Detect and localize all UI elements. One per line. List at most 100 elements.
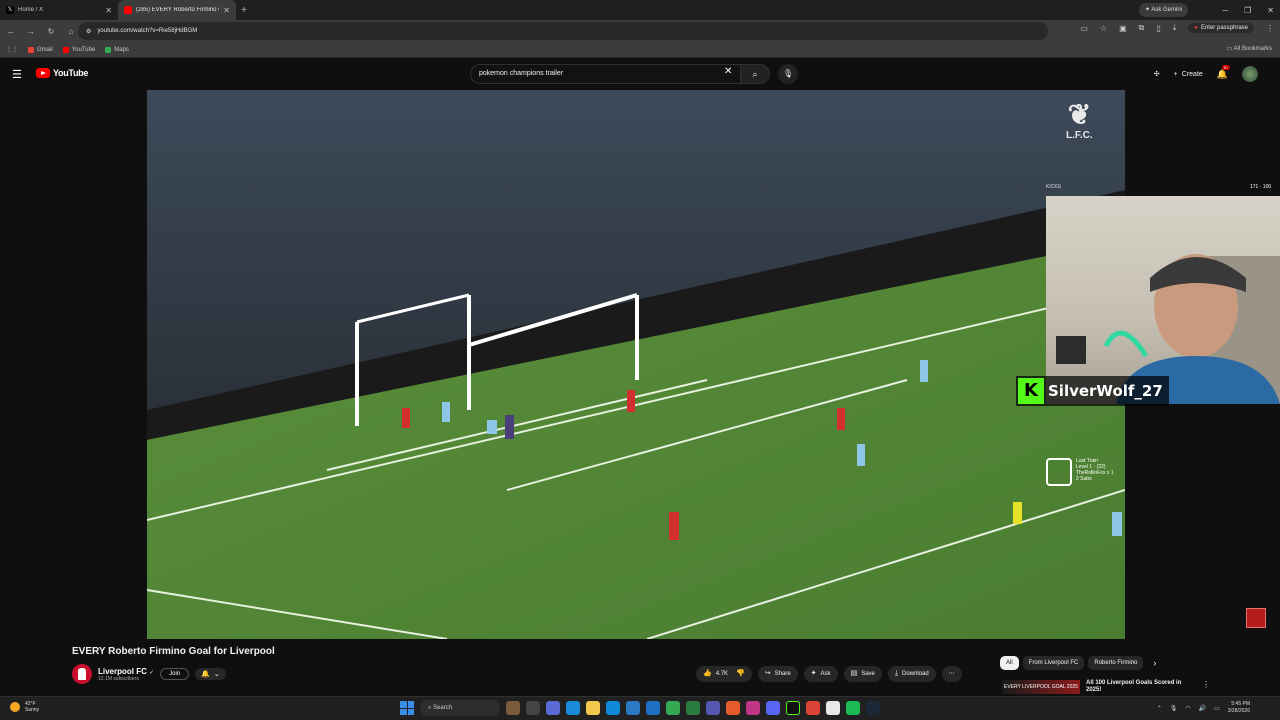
bookmark-maps[interactable]: Maps xyxy=(105,46,129,53)
recommendation-title[interactable]: All 100 Liverpool Goals Scored in 2025! xyxy=(1086,680,1196,694)
more-icon[interactable]: ⋮ xyxy=(1202,680,1210,694)
tab-youtube-video[interactable]: (285) EVERY Roberto Firmino G... ✕ xyxy=(118,0,236,20)
youtube-header: ☰ YouTube pokemon champions trailer ✕ ⌕ … xyxy=(0,58,1280,90)
channel-row: Liverpool FC ✓ 12.1M subscribers Join 🔔 … xyxy=(72,664,226,684)
chrome-icon[interactable] xyxy=(806,701,820,715)
chevron-right-icon[interactable]: › xyxy=(1153,658,1156,668)
bookmarks-bar: ⋮⋮ Gmail YouTube Maps ▭ All Bookmarks xyxy=(0,42,1280,58)
firefox-icon[interactable] xyxy=(726,701,740,715)
ask-gemini-button[interactable]: ✦ Ask Gemini xyxy=(1138,3,1188,17)
apps-icon[interactable]: ⋮⋮ xyxy=(6,46,18,53)
share-button[interactable]: ↪ Share xyxy=(757,666,798,682)
kick-icon[interactable] xyxy=(786,701,800,715)
bookmark-star-icon[interactable]: ☆ xyxy=(1100,24,1107,33)
discord-icon[interactable] xyxy=(766,701,780,715)
new-tab-button[interactable]: + xyxy=(236,5,252,16)
forward-icon[interactable]: → xyxy=(26,27,36,36)
maximize-icon[interactable]: ❐ xyxy=(1244,6,1251,15)
search-button[interactable]: ⌕ xyxy=(740,64,770,84)
outlook-icon[interactable] xyxy=(626,701,640,715)
spotify-icon[interactable] xyxy=(846,701,860,715)
windows-start-icon[interactable] xyxy=(400,701,414,715)
address-bar[interactable]: ⚙ youtube.com/watch?v=Rie58jHdBGM xyxy=(78,22,1048,40)
video-title: EVERY Roberto Firmino Goal for Liverpool xyxy=(72,646,275,657)
clear-search-icon[interactable]: ✕ xyxy=(724,66,732,77)
like-count: 4.7K xyxy=(715,671,729,677)
extension-icon[interactable]: ▣ xyxy=(1119,24,1127,33)
volume-icon[interactable]: 🔊 xyxy=(1199,705,1206,712)
excel-icon[interactable] xyxy=(686,701,700,715)
battery-icon[interactable]: ▭ xyxy=(1214,705,1220,712)
obs-icon[interactable] xyxy=(826,701,840,715)
train-subs: 2 Subs xyxy=(1076,476,1092,482)
store-icon[interactable] xyxy=(566,701,580,715)
copilot-icon[interactable] xyxy=(546,701,560,715)
tab-title: Home / X xyxy=(18,7,44,13)
mic-icon[interactable]: 🎙 xyxy=(1170,705,1178,712)
terminal-icon[interactable] xyxy=(526,701,540,715)
chip-from-channel[interactable]: From Liverpool FC xyxy=(1022,656,1085,670)
create-button[interactable]: + Create xyxy=(1174,71,1203,78)
mail-icon[interactable] xyxy=(646,701,660,715)
tab-home-x[interactable]: 𝕏 Home / X ✕ xyxy=(0,0,118,20)
back-icon[interactable]: ← xyxy=(6,27,16,36)
close-icon[interactable]: ✕ xyxy=(223,6,230,15)
steam-icon[interactable] xyxy=(866,701,880,715)
header-actions: ✣ + Create 🔔 9+ xyxy=(1154,64,1258,82)
home-icon[interactable]: ⌂ xyxy=(66,27,76,36)
download-icon[interactable]: ⤓ xyxy=(1173,23,1177,33)
youtube-logo[interactable]: YouTube xyxy=(36,68,88,78)
chevron-up-icon[interactable]: ⌃ xyxy=(1157,705,1162,712)
channel-avatar[interactable] xyxy=(72,664,92,684)
notifications-button[interactable]: 🔔 9+ xyxy=(1217,64,1231,80)
avatar[interactable] xyxy=(1242,66,1258,82)
passphrase-button[interactable]: ● Enter passphrase xyxy=(1188,23,1254,33)
wifi-icon[interactable]: ◠ xyxy=(1185,705,1190,712)
download-label: Download xyxy=(901,671,929,677)
sidepanel-icon[interactable]: ▯ xyxy=(1156,24,1160,33)
weather-widget[interactable]: 42°F Sunny xyxy=(10,701,39,713)
weather-text: 42°F Sunny xyxy=(25,701,39,713)
chip-all[interactable]: All xyxy=(1000,656,1019,670)
bookmark-gmail[interactable]: Gmail xyxy=(28,46,53,53)
join-button[interactable]: Join xyxy=(160,668,190,680)
chip-roberto-firmino[interactable]: Roberto Firmino xyxy=(1088,656,1144,670)
save-button[interactable]: ▤ Save xyxy=(843,666,882,682)
minimize-icon[interactable]: ─ xyxy=(1222,6,1228,15)
ask-button[interactable]: ✦ Ask xyxy=(803,666,838,682)
puzzle-icon[interactable]: ⧉ xyxy=(1139,23,1145,33)
system-clock[interactable]: 5:45 PM 3/28/2026 xyxy=(1228,701,1250,715)
voice-search-button[interactable]: 🎙 xyxy=(778,64,798,84)
recommendation-thumbnail[interactable]: EVERY LIVERPOOL GOAL 2025 xyxy=(1002,680,1080,694)
sparkle-icon: ✦ xyxy=(810,670,817,677)
cast-icon[interactable]: ✣ xyxy=(1154,70,1160,78)
taskbar-search-label: Search xyxy=(433,705,453,711)
webcam-overlay xyxy=(1046,196,1280,404)
search-input[interactable]: pokemon champions trailer xyxy=(470,64,740,84)
channel-name[interactable]: Liverpool FC ✓ xyxy=(98,667,154,676)
close-window-icon[interactable]: ✕ xyxy=(1267,6,1274,15)
all-bookmarks-button[interactable]: ▭ All Bookmarks xyxy=(1227,45,1272,52)
like-button[interactable]: 👍 4.7K 👎 xyxy=(696,666,752,682)
teams-icon[interactable] xyxy=(706,701,720,715)
reload-icon[interactable]: ↻ xyxy=(46,27,56,36)
recommendation-item[interactable]: EVERY LIVERPOOL GOAL 2025 All 100 Liverp… xyxy=(1002,680,1210,694)
notification-badge: 9+ xyxy=(1221,64,1231,70)
cast-icon[interactable]: ▭ xyxy=(1080,24,1088,33)
site-info-icon[interactable]: ⚙ xyxy=(86,28,91,35)
bookmark-youtube[interactable]: YouTube xyxy=(62,46,95,53)
taskbar-search[interactable]: ⌕ Search xyxy=(420,700,500,716)
xbox-icon[interactable] xyxy=(666,701,680,715)
instagram-icon[interactable] xyxy=(746,701,760,715)
thumbs-down-icon[interactable]: 👎 xyxy=(736,666,745,682)
hamburger-menu-icon[interactable]: ☰ xyxy=(12,68,22,81)
menu-icon[interactable]: ⋮ xyxy=(1266,24,1274,33)
subscribe-bell-button[interactable]: 🔔 ⌄ xyxy=(195,668,226,680)
file-explorer-icon[interactable] xyxy=(586,701,600,715)
video-player[interactable] xyxy=(147,90,1125,639)
more-actions-button[interactable]: ⋯ xyxy=(941,666,962,682)
taskview-icon[interactable] xyxy=(506,701,520,715)
close-icon[interactable]: ✕ xyxy=(105,6,112,15)
download-button[interactable]: ⤓ Download xyxy=(887,666,936,682)
edge-icon[interactable] xyxy=(606,701,620,715)
